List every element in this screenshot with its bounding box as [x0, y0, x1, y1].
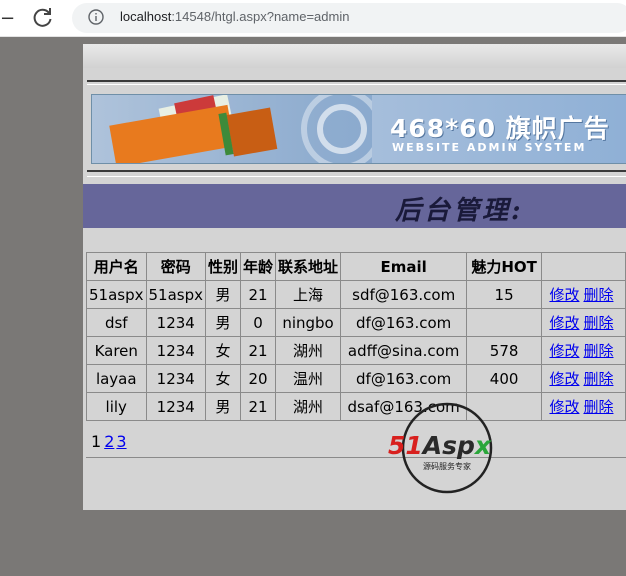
column-header: 用户名 [86, 252, 147, 281]
delete-link[interactable]: 删除 [583, 286, 613, 304]
top-band [83, 44, 626, 68]
site-info-icon[interactable] [88, 9, 104, 25]
reload-icon[interactable] [30, 4, 56, 30]
cell-email: df@163.com [340, 308, 468, 337]
cell-username: lily [86, 392, 147, 421]
table-row: dsf 1234 男 0 ningbo df@163.com 修改 删除 [86, 308, 626, 337]
edit-link[interactable]: 修改 [549, 370, 579, 388]
table-row: 51aspx 51aspx 男 21 上海 sdf@163.com 15 修改删… [86, 280, 626, 309]
cell-address: 温州 [275, 364, 342, 393]
page-link[interactable]: 2 [104, 432, 114, 451]
cell-actions: 修改 删除 [540, 280, 626, 309]
edit-link[interactable]: 修改 [549, 398, 579, 416]
divider [86, 457, 626, 458]
box-graphic-icon [92, 95, 372, 163]
cell-password: 1234 [145, 336, 206, 365]
divider [87, 84, 626, 85]
divider [87, 170, 626, 172]
column-header: 联系地址 [275, 252, 342, 281]
cell-username: 51aspx [86, 280, 147, 309]
cell-address: 湖州 [275, 336, 342, 365]
cell-age: 20 [240, 364, 277, 393]
page-title: 后台管理: [395, 196, 524, 226]
divider [87, 80, 626, 82]
cell-hot [466, 308, 542, 337]
cell-gender: 男 [204, 308, 242, 337]
url-text[interactable]: localhost:14548/htgl.aspx?name=admin [120, 9, 349, 24]
cell-age: 21 [240, 280, 277, 309]
banner-subtitle: WEBSITE ADMIN SYSTEM [392, 141, 587, 154]
cell-gender: 男 [204, 280, 242, 309]
table-header-row: 用户名 密码 性别 年龄 联系地址 Email 魅力HOT [86, 252, 626, 281]
cell-age: 0 [240, 308, 277, 337]
cell-age: 21 [240, 392, 277, 421]
edit-link[interactable]: 修改 [549, 314, 579, 332]
cell-email: adff@sina.com [340, 336, 468, 365]
column-header: 魅力HOT [466, 252, 542, 281]
cell-email: sdf@163.com [340, 280, 468, 309]
column-header: 密码 [145, 252, 206, 281]
cell-email: df@163.com [340, 364, 468, 393]
edit-link[interactable]: 修改 [549, 286, 579, 304]
edit-link[interactable]: 修改 [549, 342, 579, 360]
current-page: 1 [91, 432, 102, 451]
url-host: localhost [120, 9, 172, 24]
delete-link[interactable]: 删除 [583, 370, 613, 388]
url-path: :14548/htgl.aspx?name=admin [171, 9, 350, 24]
cell-actions: 修改 删除 [540, 308, 626, 337]
delete-link[interactable]: 删除 [583, 314, 613, 332]
admin-page: 468*60 旗帜广告 WEBSITE ADMIN SYSTEM 后台管理: 用… [83, 44, 626, 510]
cell-address: 上海 [275, 280, 342, 309]
page-link[interactable]: 3 [116, 432, 126, 451]
cell-password: 1234 [145, 364, 206, 393]
cell-actions: 修改 删除 [540, 364, 626, 393]
cell-username: layaa [86, 364, 147, 393]
column-header [540, 252, 626, 281]
cell-hot: 400 [466, 364, 542, 393]
cell-username: Karen [86, 336, 147, 365]
cell-address: 湖州 [275, 392, 342, 421]
table-row: lily 1234 男 21 湖州 dsaf@163.com 修改 删除 [86, 392, 626, 421]
banner-title: 468*60 旗帜广告 [390, 114, 610, 143]
cell-gender: 女 [204, 336, 242, 365]
cell-username: dsf [86, 308, 147, 337]
cell-password: 1234 [145, 308, 206, 337]
address-bar[interactable]: localhost:14548/htgl.aspx?name=admin [72, 3, 626, 33]
cell-hot: 15 [466, 280, 542, 309]
cell-password: 51aspx [145, 280, 206, 309]
admin-header-bar: 后台管理: [83, 184, 626, 228]
divider [87, 176, 626, 177]
cell-gender: 男 [204, 392, 242, 421]
browser-toolbar: − localhost:14548/htgl.aspx?name=admin [0, 0, 626, 37]
delete-link[interactable]: 删除 [583, 342, 613, 360]
cell-password: 1234 [145, 392, 206, 421]
cell-hot: 578 [466, 336, 542, 365]
column-header: 年龄 [240, 252, 277, 281]
users-table: 用户名 密码 性别 年龄 联系地址 Email 魅力HOT 51aspx 51a… [86, 252, 626, 421]
cell-actions: 修改 删除 [540, 392, 626, 421]
cell-address: ningbo [275, 308, 342, 337]
cell-actions: 修改 删除 [540, 336, 626, 365]
watermark-tagline: 源码服务专家 [423, 461, 471, 471]
cell-gender: 女 [204, 364, 242, 393]
column-header: Email [340, 252, 468, 281]
banner-ad[interactable]: 468*60 旗帜广告 WEBSITE ADMIN SYSTEM [91, 94, 626, 164]
watermark-brand: 51Aspx [388, 431, 492, 460]
back-arrow-icon[interactable]: − [0, 8, 15, 29]
watermark-logo: 51Aspx 源码服务专家 [388, 402, 493, 494]
pagination: 123 [91, 432, 127, 451]
delete-link[interactable]: 删除 [583, 398, 613, 416]
column-header: 性别 [204, 252, 242, 281]
cell-age: 21 [240, 336, 277, 365]
table-row: Karen 1234 女 21 湖州 adff@sina.com 578 修改删… [86, 336, 626, 365]
table-row: layaa 1234 女 20 温州 df@163.com 400 修改 删除 [86, 364, 626, 393]
